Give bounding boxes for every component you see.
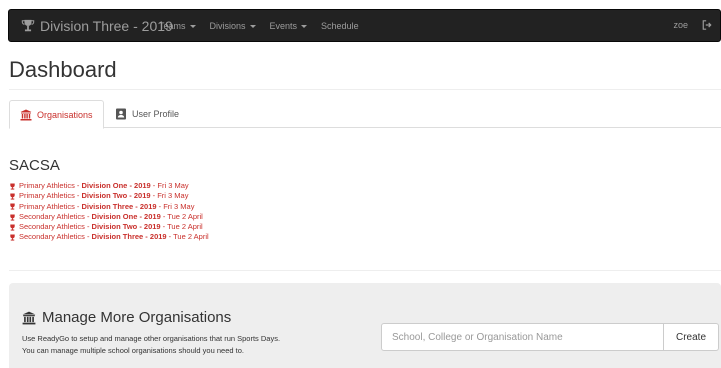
event-date: - Tue 2 April xyxy=(160,222,203,232)
event-division: Division Three - 2019 xyxy=(91,232,167,242)
event-list: Primary Athletics - Division One - 2019 … xyxy=(9,181,209,243)
event-division: Division Two - 2019 xyxy=(91,222,161,232)
create-button[interactable]: Create xyxy=(663,323,719,351)
brand-label: Division Three - 2019 xyxy=(40,18,173,34)
manage-title-label: Manage More Organisations xyxy=(42,309,232,326)
tab-organisations-label: Organisations xyxy=(37,109,93,120)
event-link[interactable]: Primary Athletics - Division Three - 201… xyxy=(9,202,209,212)
event-date: - Fri 3 May xyxy=(156,201,195,211)
nav-teams-dropdown[interactable]: Teams xyxy=(159,21,196,31)
event-link[interactable]: Primary Athletics - Division One - 2019 … xyxy=(9,181,209,191)
trophy-icon xyxy=(10,193,15,200)
event-link[interactable]: Secondary Athletics - Division Three - 2… xyxy=(9,232,209,242)
trophy-icon xyxy=(10,224,15,231)
nav-divisions-label: Divisions xyxy=(209,21,246,31)
caret-down-icon xyxy=(301,24,308,28)
user-menu[interactable]: zoe xyxy=(673,20,688,30)
main-nav: Teams Divisions Events Schedule xyxy=(159,21,359,31)
trophy-icon xyxy=(10,183,15,190)
bank-icon xyxy=(22,311,36,324)
tab-user-profile-label: User Profile xyxy=(132,109,180,119)
dashboard-tabs: Organisations User Profile xyxy=(9,100,721,129)
nav-events-label: Events xyxy=(269,21,298,31)
trophy-icon xyxy=(21,19,35,32)
page-title: Dashboard xyxy=(9,57,117,82)
caret-down-icon xyxy=(189,24,196,28)
manage-desc-line: Use ReadyGo to setup and manage other or… xyxy=(22,334,281,343)
trophy-icon xyxy=(10,203,15,210)
nav-teams-label: Teams xyxy=(159,21,186,31)
nav-schedule-link[interactable]: Schedule xyxy=(321,21,359,31)
event-date: - Tue 2 April xyxy=(166,232,209,242)
event-prefix: Secondary Athletics - xyxy=(19,222,92,232)
event-prefix: Primary Athletics - xyxy=(19,201,82,211)
brand-link[interactable]: Division Three - 2019 xyxy=(21,18,173,34)
caret-down-icon xyxy=(249,24,256,28)
title-divider xyxy=(9,89,721,90)
event-division: Division One - 2019 xyxy=(91,211,161,221)
tab-user-profile[interactable]: User Profile xyxy=(105,100,189,128)
event-link[interactable]: Secondary Athletics - Division One - 201… xyxy=(9,212,209,222)
event-link[interactable]: Secondary Athletics - Division Two - 201… xyxy=(9,222,209,232)
logout-button[interactable] xyxy=(702,20,712,30)
organisation-name-input[interactable] xyxy=(381,323,664,351)
tab-organisations[interactable]: Organisations xyxy=(9,100,104,129)
nav-schedule-label: Schedule xyxy=(321,21,359,31)
manage-description: Use ReadyGo to setup and manage other or… xyxy=(22,333,280,357)
bank-icon xyxy=(20,109,32,120)
event-prefix: Secondary Athletics - xyxy=(19,232,92,242)
event-division: Division Three - 2019 xyxy=(81,201,157,211)
event-prefix: Primary Athletics - xyxy=(19,181,82,190)
manage-title: Manage More Organisations xyxy=(22,309,231,326)
event-link[interactable]: Primary Athletics - Division Two - 2019 … xyxy=(9,191,209,201)
sign-out-icon xyxy=(702,20,712,30)
event-prefix: Primary Athletics - xyxy=(19,191,82,201)
organisation-name: SACSA xyxy=(9,157,60,174)
nav-right: zoe xyxy=(673,20,712,30)
section-divider xyxy=(9,270,721,271)
trophy-icon xyxy=(10,234,15,241)
nav-divisions-dropdown[interactable]: Divisions xyxy=(210,21,256,31)
event-date: - Fri 3 May xyxy=(150,191,189,201)
event-division: Division One - 2019 xyxy=(81,181,151,190)
manage-desc-line: You can manage multiple school organisat… xyxy=(22,346,244,355)
event-date: - Fri 3 May xyxy=(150,181,189,190)
manage-organisations-panel: Manage More Organisations Use ReadyGo to… xyxy=(9,283,721,368)
event-date: - Tue 2 April xyxy=(160,211,203,221)
nav-events-dropdown[interactable]: Events xyxy=(270,21,308,31)
id-card-icon xyxy=(116,108,126,120)
top-navbar: Division Three - 2019 Teams Divisions Ev… xyxy=(8,9,721,42)
event-prefix: Secondary Athletics - xyxy=(19,211,92,221)
trophy-icon xyxy=(10,213,15,221)
event-division: Division Two - 2019 xyxy=(81,191,151,201)
